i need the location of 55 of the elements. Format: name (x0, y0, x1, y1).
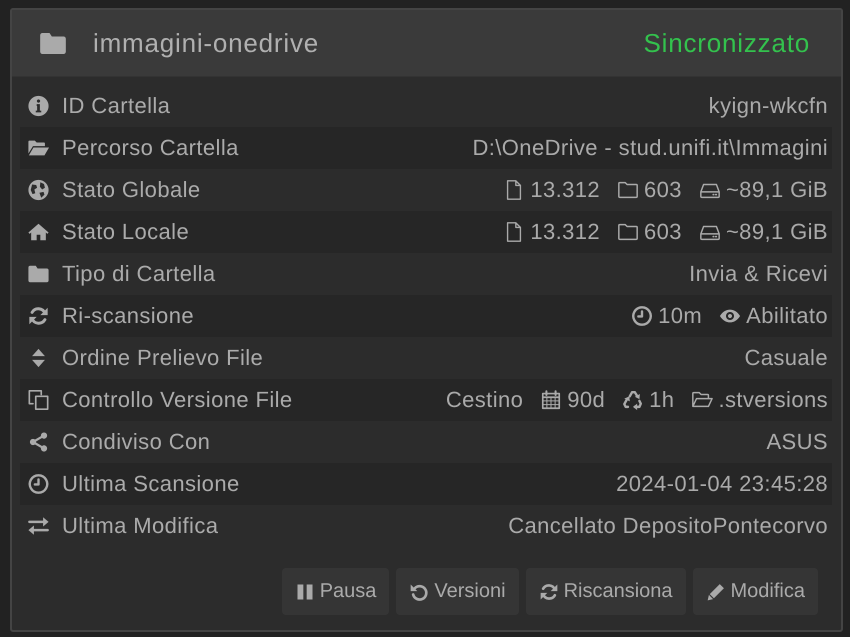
folder-icon (27, 263, 50, 285)
pause-icon (294, 582, 315, 602)
share-icon (27, 431, 50, 453)
field-label: Ultima Modifica (62, 513, 218, 539)
recycle-icon (622, 389, 644, 411)
field-label: Ordine Prelievo File (62, 345, 264, 371)
field-value: 2024-01-04 23:45:28 (616, 471, 828, 497)
rescan-button[interactable]: Riscansiona (526, 568, 686, 615)
field-value: 10m (658, 303, 702, 329)
field-label: Ultima Scansione (62, 471, 240, 497)
folder-icon (617, 179, 640, 201)
field-label: Percorso Cartella (62, 135, 239, 161)
field-value: 603 (644, 219, 682, 245)
field-value: Cancellato DepositoPontecorvo (508, 513, 828, 539)
undo-icon (409, 582, 430, 602)
edit-button[interactable]: Modifica (692, 568, 818, 615)
field-value: Casuale (744, 345, 828, 371)
field-value: 90d (567, 387, 606, 413)
clock-icon (631, 305, 654, 327)
refresh-icon (538, 582, 559, 602)
field-label: Condiviso Con (62, 429, 210, 455)
field-label: Stato Locale (62, 219, 190, 245)
folder-icon (617, 221, 640, 243)
globe-icon (27, 179, 50, 201)
pause-button[interactable]: Pausa (282, 568, 390, 615)
field-value: 13.312 (530, 177, 600, 203)
folder-name: immagini-onedrive (93, 28, 320, 58)
field-value: Abilitato (746, 303, 828, 329)
field-value: ~89,1 GiB (726, 177, 828, 203)
versions-button[interactable]: Versioni (396, 568, 519, 615)
field-label: Ri-scansione (62, 303, 194, 329)
clock-icon (27, 473, 50, 495)
field-label: ID Cartella (62, 93, 170, 119)
refresh-icon (27, 305, 50, 327)
field-value: .stversions (718, 387, 828, 413)
pencil-icon (706, 582, 726, 602)
field-label: Tipo di Cartella (62, 261, 216, 287)
calendar-icon (540, 389, 562, 411)
folder-icon (40, 32, 66, 54)
sync-status: Sincronizzato (644, 28, 810, 58)
field-value: kyign-wkcfn (708, 93, 828, 119)
field-value: ~89,1 GiB (726, 219, 828, 245)
field-value: 1h (649, 387, 674, 413)
copy-icon (27, 389, 50, 411)
field-label: Controllo Versione File (62, 387, 293, 413)
info-icon (27, 95, 50, 117)
home-icon (27, 221, 50, 243)
field-value: 603 (644, 177, 682, 203)
field-value: D:\OneDrive - stud.unifi.it\Immagini (472, 135, 828, 161)
field-value: Cestino (446, 387, 524, 413)
field-value: Invia & Ricevi (689, 261, 828, 287)
swap-arrows-icon (27, 515, 50, 537)
field-value: 13.312 (530, 219, 600, 245)
field-value: ASUS (766, 429, 828, 455)
field-label: Stato Globale (62, 177, 201, 203)
